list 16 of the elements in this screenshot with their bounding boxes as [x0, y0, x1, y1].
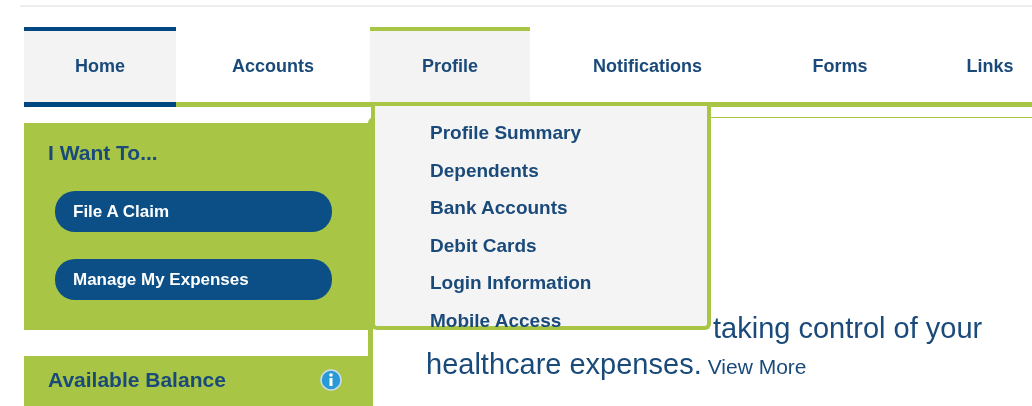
- welcome-text: healthcare expenses.: [426, 348, 702, 380]
- menu-item[interactable]: Bank Accounts: [430, 189, 568, 227]
- card-title: I Want To...: [48, 141, 158, 165]
- view-more-link[interactable]: View More: [707, 355, 807, 378]
- card-title: Available Balance: [48, 368, 226, 392]
- info-icon[interactable]: [320, 369, 342, 391]
- menu-item[interactable]: Profile Summary: [430, 114, 581, 152]
- menu-item[interactable]: Debit Cards: [430, 226, 537, 264]
- action-button[interactable]: Manage My Expenses: [55, 259, 332, 300]
- nav-tab[interactable]: Profile: [370, 27, 530, 107]
- menu-item[interactable]: Dependents: [430, 151, 539, 189]
- action-button[interactable]: File A Claim: [55, 191, 332, 232]
- menu-item[interactable]: Login Information: [430, 264, 592, 302]
- welcome-text: taking control of your: [713, 311, 983, 346]
- nav-tab[interactable]: Home: [24, 27, 176, 107]
- menu-item[interactable]: Mobile Access: [430, 301, 562, 339]
